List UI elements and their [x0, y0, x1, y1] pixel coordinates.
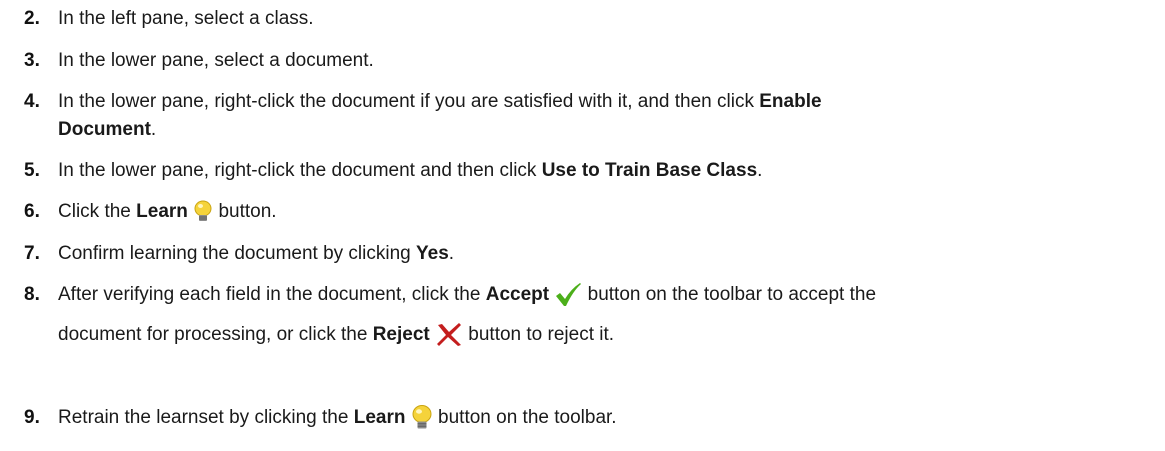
step-text: In the lower pane, select a document.: [58, 50, 374, 71]
reject-command: Reject: [372, 324, 430, 345]
lightbulb-icon: [411, 404, 433, 431]
step-number: 6.: [24, 201, 40, 222]
step-number: 7.: [24, 243, 40, 264]
step-text: In the lower pane, right-click the docum…: [58, 160, 763, 181]
lightbulb-icon: [193, 200, 213, 224]
enable-document-command: Enable: [759, 91, 822, 112]
step-text: After verifying each field in the docume…: [58, 275, 1158, 355]
learn-command: Learn: [136, 201, 188, 222]
procedure-steps: 2. In the left pane, select a class. 3. …: [0, 0, 1165, 451]
step-number: 2.: [24, 8, 40, 29]
accept-command: Accept: [485, 284, 550, 305]
step-text: Confirm learning the document by clickin…: [58, 243, 455, 264]
use-to-train-command: Use to Train Base Class: [541, 160, 758, 181]
step-text: Retrain the learnset by clicking the Lea…: [58, 404, 1158, 432]
step-number: 5.: [24, 160, 40, 181]
step-number: 3.: [24, 50, 40, 71]
step-number: 8.: [24, 284, 40, 305]
enable-document-command: Document: [58, 119, 151, 140]
learn-command: Learn: [353, 407, 406, 428]
step-text: In the lower pane, right-click the docum…: [58, 91, 822, 140]
yes-command: Yes: [416, 243, 449, 264]
step-number: 4.: [24, 91, 40, 112]
step-text: Click the Learn button.: [58, 200, 277, 224]
step-number: 9.: [24, 407, 40, 428]
step-text: In the left pane, select a class.: [58, 8, 314, 29]
checkmark-icon: [554, 282, 582, 308]
x-mark-icon: [435, 322, 463, 347]
